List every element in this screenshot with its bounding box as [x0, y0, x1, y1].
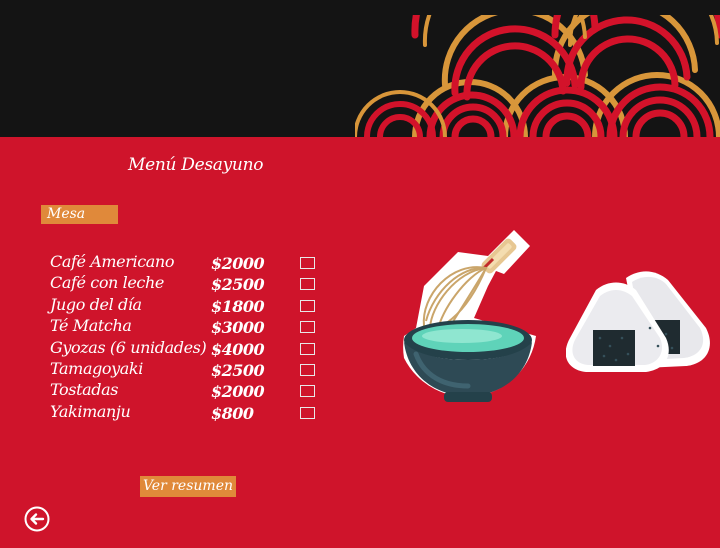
menu-item: Jugo del día $1800 — [50, 295, 330, 316]
menu-item-checkbox[interactable] — [300, 342, 315, 355]
menu-item-price: $4000 — [211, 339, 265, 359]
menu-item-price: $3000 — [211, 318, 265, 338]
menu-item-name: Tamagoyaki — [50, 358, 143, 378]
menu-item-price: $2000 — [211, 254, 265, 273]
page-title: Menú Desayuno — [128, 155, 264, 175]
view-summary-button[interactable]: Ver resumen — [140, 476, 236, 497]
menu-item-name: Yakimanju — [50, 401, 131, 421]
menu-item: Café Americano $2000 — [50, 252, 330, 273]
menu-list: Café Americano $2000 Café con leche $250… — [50, 252, 330, 423]
menu-item-checkbox[interactable] — [300, 257, 315, 269]
table-button[interactable]: Mesa — [41, 205, 118, 224]
menu-item-name: Té Matcha — [50, 316, 132, 336]
menu-item: Café con leche $2500 — [50, 273, 330, 294]
menu-item-price: $2000 — [211, 382, 265, 402]
menu-item: Yakimanju $800 — [50, 402, 330, 423]
menu-item-name: Jugo del día — [50, 294, 142, 314]
onigiri-illustration — [566, 271, 710, 372]
header-banner — [0, 0, 720, 137]
menu-item-checkbox[interactable] — [300, 299, 315, 312]
menu-item-name: Café Americano — [50, 252, 175, 271]
menu-item: Tamagoyaki $2500 — [50, 359, 330, 380]
menu-item-checkbox[interactable] — [300, 363, 315, 376]
menu-item-checkbox[interactable] — [300, 278, 315, 291]
menu-item-name: Café con leche — [50, 273, 164, 293]
menu-item-checkbox[interactable] — [300, 406, 315, 419]
back-arrow-icon[interactable] — [24, 506, 50, 532]
menu-item: Tostadas $2000 — [50, 380, 330, 401]
menu-item-price: $2500 — [211, 275, 265, 295]
menu-item-name: Tostadas — [50, 380, 119, 400]
matcha-bowl-illustration — [403, 230, 536, 402]
menu-item-price: $2500 — [211, 360, 265, 380]
menu-item-price: $800 — [211, 403, 254, 423]
menu-item-checkbox[interactable] — [300, 321, 315, 334]
menu-item: Gyozas (6 unidades) $4000 — [50, 338, 330, 359]
wave-pattern-illustration — [355, 15, 720, 137]
menu-item-price: $1800 — [211, 296, 265, 316]
menu-item-name: Gyozas (6 unidades) — [50, 337, 207, 357]
menu-item-checkbox[interactable] — [300, 385, 315, 398]
menu-item: Té Matcha $3000 — [50, 316, 330, 337]
